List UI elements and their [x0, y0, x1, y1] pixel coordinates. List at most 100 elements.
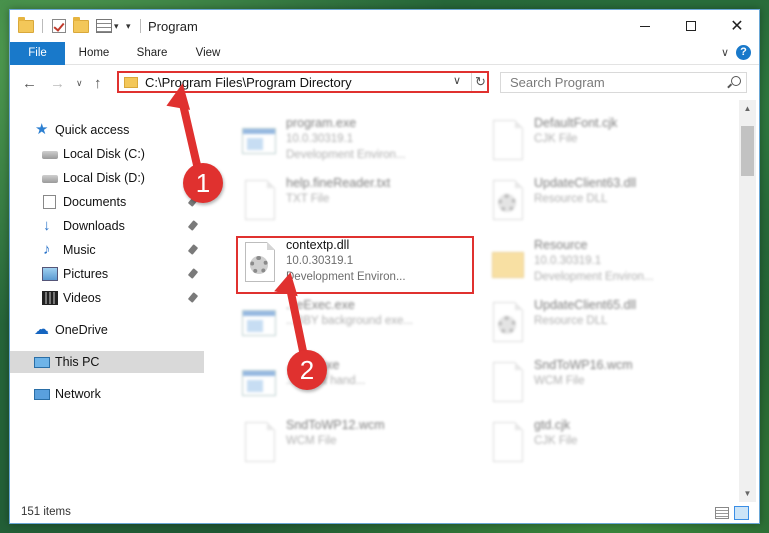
file-name: help.fineReader.txt: [286, 176, 391, 190]
sidebar-item-label: Local Disk (D:): [63, 171, 145, 185]
document-icon: [242, 422, 278, 466]
highlight-box: [236, 236, 474, 294]
status-bar: 151 items: [10, 502, 759, 523]
recent-locations-icon[interactable]: ∨: [76, 78, 83, 89]
sidebar-item-local-disk-d[interactable]: Local Disk (D:): [10, 167, 204, 189]
document-icon: [242, 180, 278, 224]
sidebar-item-onedrive[interactable]: ☁ OneDrive: [10, 319, 204, 341]
file-type: Resource DLL: [534, 315, 608, 327]
file-name: Resource: [534, 238, 588, 252]
close-button[interactable]: ✕: [714, 10, 759, 42]
file-item[interactable]: Resource 10.0.30319.1 Development Enviro…: [486, 236, 726, 294]
scroll-up-icon[interactable]: ▲: [739, 100, 756, 117]
sidebar-item-label: Network: [55, 387, 101, 401]
customize-view-icon[interactable]: [96, 17, 112, 35]
sidebar-item-downloads[interactable]: ↓ Downloads: [10, 215, 204, 237]
tab-home[interactable]: Home: [72, 42, 116, 65]
file-name: program.exe: [286, 116, 357, 130]
documents-icon: [43, 195, 56, 209]
title-bar: ▾ ▾ Program ✕: [10, 10, 759, 42]
large-icons-view-icon[interactable]: [734, 506, 749, 520]
file-item[interactable]: ...STI.exe ... event hand...: [238, 356, 478, 414]
file-name: DefaultFont.cjk: [534, 116, 618, 130]
back-arrow-icon[interactable]: ←: [22, 75, 37, 92]
pictures-icon: [42, 267, 58, 281]
pc-icon: [34, 357, 50, 368]
new-folder-icon[interactable]: [73, 16, 89, 35]
file-item[interactable]: UpdateClient63.dll Resource DLL: [486, 174, 726, 232]
sidebar-item-this-pc[interactable]: This PC: [10, 351, 204, 373]
file-list: program.exe 10.0.30319.1 Development Env…: [224, 100, 736, 502]
file-type: TXT File: [286, 193, 330, 205]
dll-gear-icon: [490, 180, 526, 224]
maximize-button[interactable]: [668, 10, 714, 42]
file-item[interactable]: SndToWP12.wcm WCM File: [238, 416, 478, 474]
search-box[interactable]: [500, 72, 747, 93]
customize-quick-access-icon[interactable]: ▾: [126, 17, 131, 35]
file-explorer-window: ▾ ▾ Program ✕ File Home Share View ∨ ? ←…: [9, 9, 760, 524]
music-icon: ♪: [43, 241, 51, 258]
file-item[interactable]: help.fineReader.txt TXT File: [238, 174, 478, 232]
pin-icon[interactable]: [187, 220, 199, 231]
videos-icon: [42, 291, 58, 305]
star-icon: ★: [35, 121, 49, 138]
sidebar-item-label: Videos: [63, 291, 101, 305]
scroll-down-icon[interactable]: ▼: [739, 485, 756, 502]
download-icon: ↓: [43, 217, 51, 234]
address-folder-icon: [124, 77, 138, 88]
file-item[interactable]: program.exe 10.0.30319.1 Development Env…: [238, 114, 478, 172]
minimize-icon: [640, 25, 650, 27]
pin-icon[interactable]: [187, 244, 199, 255]
sidebar-item-documents[interactable]: Documents: [10, 191, 204, 213]
sidebar-item-label: This PC: [55, 355, 100, 369]
minimize-button[interactable]: [622, 10, 668, 42]
sidebar-item-label: Pictures: [63, 267, 109, 281]
sidebar-item-music[interactable]: ♪ Music: [10, 239, 204, 261]
details-view-icon[interactable]: [715, 507, 729, 519]
vertical-scrollbar[interactable]: ▲ ▼: [739, 100, 756, 502]
up-arrow-icon[interactable]: ↑: [94, 75, 102, 92]
sidebar-item-label: OneDrive: [55, 323, 108, 337]
tab-file[interactable]: File: [10, 42, 65, 65]
scroll-thumb[interactable]: [741, 126, 754, 176]
sidebar-item-quick-access[interactable]: ★ Quick access: [10, 119, 204, 141]
pin-icon[interactable]: [187, 292, 199, 303]
properties-check-icon[interactable]: [52, 17, 66, 35]
sidebar-item-network[interactable]: Network: [10, 383, 204, 405]
search-input[interactable]: [501, 73, 721, 92]
refresh-icon[interactable]: ↻: [471, 73, 489, 91]
address-dropdown-icon[interactable]: ∨: [453, 74, 461, 87]
exe-icon: [242, 302, 278, 346]
file-description: ...BBY background exe...: [286, 315, 414, 327]
address-path[interactable]: C:\Program Files\Program Directory: [145, 75, 352, 90]
file-name: gtd.cjk: [534, 418, 571, 432]
file-type: WCM File: [286, 435, 337, 447]
file-type: WCM File: [534, 375, 585, 387]
file-item[interactable]: SndToWP16.wcm WCM File: [486, 356, 726, 414]
disk-icon: [42, 175, 58, 183]
file-item[interactable]: DefaultFont.cjk CJK File: [486, 114, 726, 172]
pin-icon[interactable]: [187, 268, 199, 279]
dropdown-arrow-icon[interactable]: ▾: [114, 17, 119, 35]
file-item[interactable]: ...eExec.exe ...BBY background exe...: [238, 296, 478, 354]
tab-view[interactable]: View: [186, 42, 230, 65]
file-version: 10.0.30319.1: [286, 133, 354, 145]
document-icon: [490, 362, 526, 406]
file-name: UpdateClient63.dll: [534, 176, 637, 190]
file-name: UpdateClient65.dll: [534, 298, 637, 312]
sidebar-item-pictures[interactable]: Pictures: [10, 263, 204, 285]
help-icon[interactable]: ?: [736, 45, 751, 60]
forward-arrow-icon[interactable]: →: [50, 75, 65, 92]
tab-share[interactable]: Share: [130, 42, 174, 65]
exe-icon: [242, 120, 278, 164]
address-bar[interactable]: C:\Program Files\Program Directory ∨ ↻: [117, 71, 489, 93]
search-icon[interactable]: [731, 76, 741, 86]
expand-ribbon-icon[interactable]: ∨: [721, 46, 729, 59]
navigation-pane: ★ Quick access Local Disk (C:) Local Dis…: [10, 100, 204, 502]
sidebar-item-local-disk-c[interactable]: Local Disk (C:): [10, 143, 204, 165]
dll-gear-icon: [490, 302, 526, 346]
sidebar-item-videos[interactable]: Videos: [10, 287, 204, 309]
file-item[interactable]: gtd.cjk CJK File: [486, 416, 726, 474]
file-type: Resource DLL: [534, 193, 608, 205]
file-item[interactable]: UpdateClient65.dll Resource DLL: [486, 296, 726, 354]
